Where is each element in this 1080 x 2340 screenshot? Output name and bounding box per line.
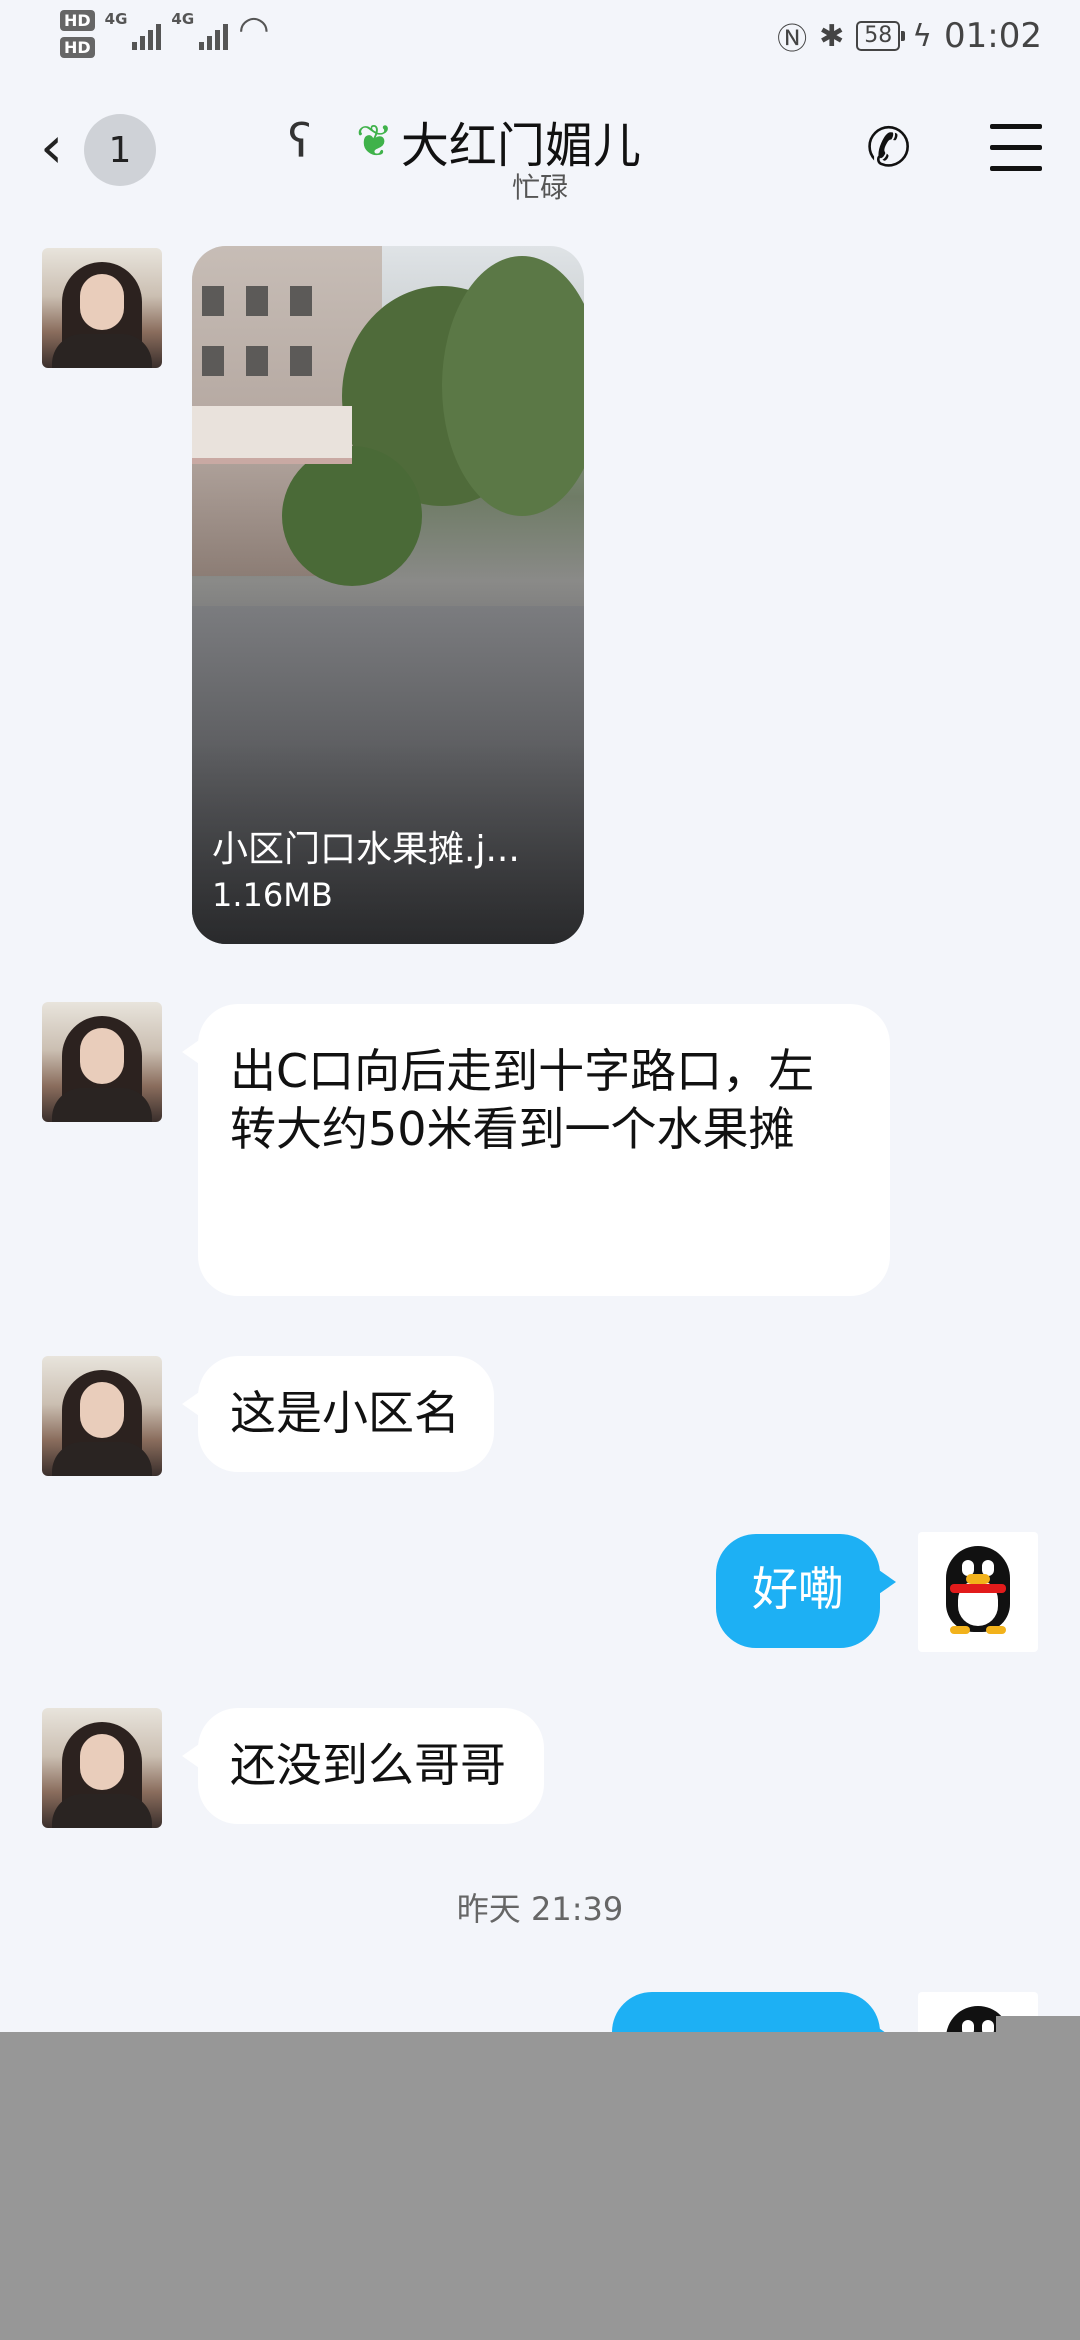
message-text: 出C口向后走到十字路口，左转大约50米看到一个水果摊 bbox=[230, 1044, 815, 1156]
chat-header: ‹ 1 ʕ ❦ 大红门媚儿 忙碌 ✆ bbox=[0, 90, 1080, 210]
ear-icon[interactable]: ʕ bbox=[288, 114, 311, 168]
contact-avatar[interactable] bbox=[42, 1002, 162, 1122]
bluetooth-icon: ✱ bbox=[819, 18, 845, 54]
image-message[interactable]: 小区门口水果摊.j... 1.16MB bbox=[192, 246, 584, 944]
file-size: 1.16MB bbox=[212, 876, 333, 914]
message-text: 还没到么哥哥 bbox=[230, 1738, 506, 1792]
menu-icon[interactable] bbox=[990, 124, 1042, 187]
nfc-icon: Ⓝ bbox=[777, 22, 808, 57]
my-avatar[interactable] bbox=[918, 1532, 1038, 1652]
sprout-icon: ❦ bbox=[356, 115, 393, 167]
contact-avatar[interactable] bbox=[42, 1708, 162, 1828]
file-name: 小区门口水果摊.j... bbox=[212, 829, 520, 870]
contact-avatar[interactable] bbox=[42, 1356, 162, 1476]
hd-indicator-1: HD bbox=[60, 10, 95, 31]
message-text: 这是小区名 bbox=[230, 1386, 460, 1440]
message-text: 好嘞 bbox=[752, 1562, 844, 1616]
hd-indicator-2: HD bbox=[60, 37, 95, 58]
network-type-2: 4G bbox=[171, 10, 195, 28]
message-bubble[interactable]: 出C口向后走到十字路口，左转大约50米看到一个水果摊 bbox=[182, 1004, 890, 1296]
contact-avatar[interactable] bbox=[42, 248, 162, 368]
network-type-1: 4G bbox=[104, 10, 128, 28]
clock: 01:02 bbox=[944, 16, 1042, 56]
contact-status: 忙碌 bbox=[511, 171, 568, 204]
battery-icon: 58 bbox=[856, 21, 906, 51]
redaction-overlay bbox=[0, 2032, 1080, 2340]
status-bar: HD HD 4G 4G ◠ Ⓝ ✱ 58 ϟ 01:02 bbox=[0, 0, 1080, 80]
penguin-avatar-icon bbox=[946, 1546, 1010, 1634]
message-bubble[interactable]: 还没到么哥哥 bbox=[182, 1708, 544, 1824]
wifi-icon: ◠ bbox=[238, 9, 270, 50]
charging-icon: ϟ bbox=[912, 18, 933, 54]
signal-icon-2: 4G bbox=[171, 10, 229, 50]
signal-icon: 4G bbox=[105, 10, 162, 50]
my-message-bubble[interactable]: 好嘞 bbox=[716, 1534, 896, 1648]
timestamp: 昨天 21:39 bbox=[456, 1890, 624, 1928]
phone-icon[interactable]: ✆ bbox=[866, 116, 911, 179]
message-bubble[interactable]: 这是小区名 bbox=[182, 1356, 494, 1472]
